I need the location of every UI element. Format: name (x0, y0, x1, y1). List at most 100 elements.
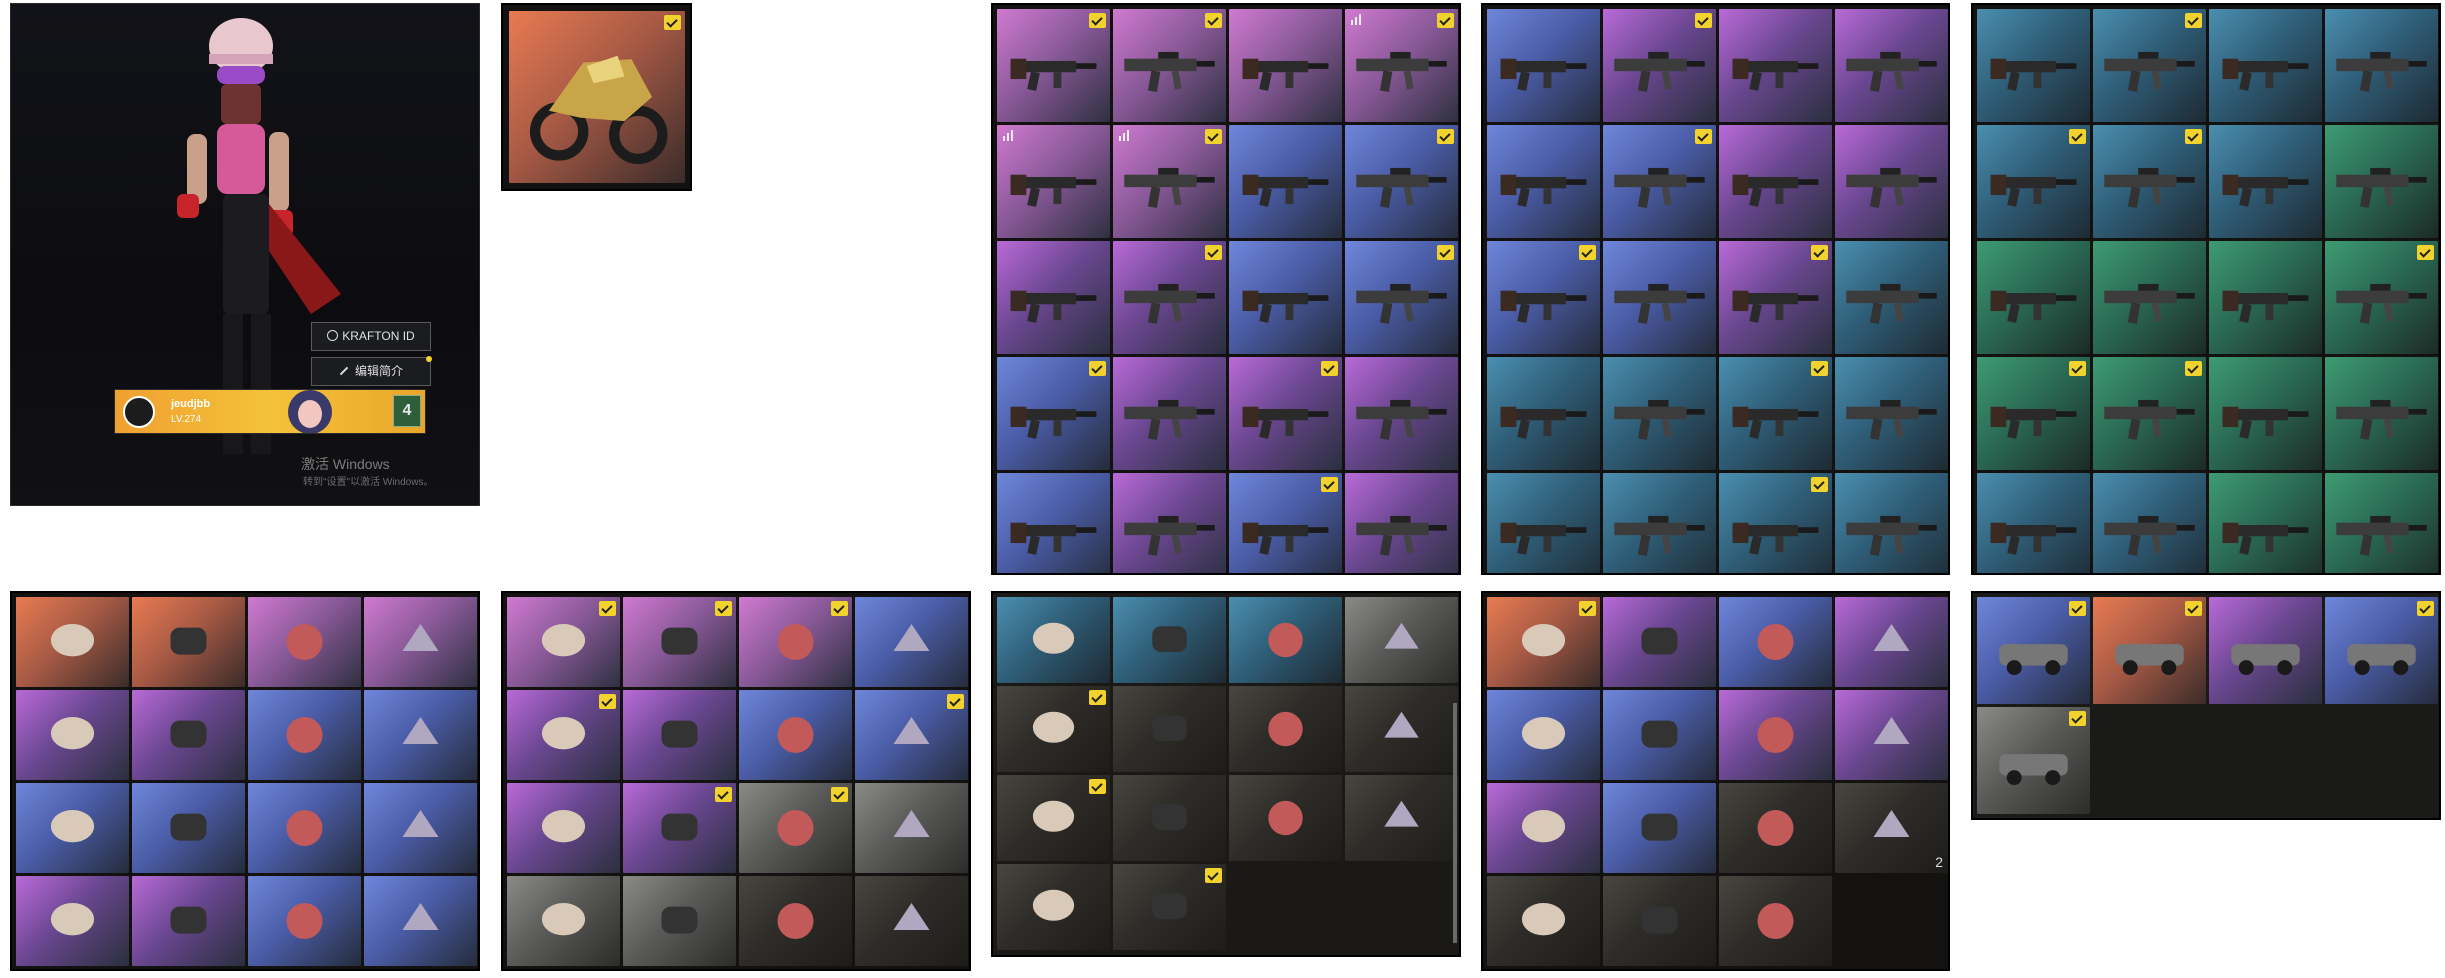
gear-tile[interactable] (507, 876, 620, 966)
clothing-tile[interactable] (1719, 876, 1832, 966)
gear-tile[interactable] (623, 690, 736, 780)
clothing-tile[interactable] (1603, 876, 1716, 966)
headwear-tile[interactable] (997, 597, 1110, 683)
headwear-tile[interactable] (1345, 686, 1458, 772)
accessory-tile[interactable] (132, 783, 245, 873)
headwear-tile[interactable] (1345, 597, 1458, 683)
weapon-skin-tile[interactable] (1113, 9, 1226, 122)
weapon-skin-tile[interactable] (1229, 241, 1342, 354)
weapon-skin-tile[interactable] (1229, 357, 1342, 470)
gear-tile[interactable] (739, 783, 852, 873)
gear-tile[interactable] (623, 876, 736, 966)
accessory-tile[interactable] (132, 597, 245, 687)
headwear-tile[interactable] (997, 775, 1110, 861)
vehicle-tile[interactable] (2325, 597, 2438, 704)
accessory-tile[interactable] (248, 783, 361, 873)
gear-tile[interactable] (507, 690, 620, 780)
weapon-skin-tile[interactable] (1603, 9, 1716, 122)
gear-tile[interactable] (623, 783, 736, 873)
gear-tile[interactable] (507, 783, 620, 873)
weapon-skin-tile[interactable] (1113, 357, 1226, 470)
weapon-skin-tile[interactable] (1835, 125, 1948, 238)
accessory-tile[interactable] (364, 690, 477, 780)
weapon-skin-tile[interactable] (1835, 9, 1948, 122)
weapon-skin-tile[interactable] (2093, 9, 2206, 122)
weapon-skin-tile[interactable] (1345, 357, 1458, 470)
gear-tile[interactable] (855, 783, 968, 873)
weapon-skin-tile[interactable] (1229, 473, 1342, 573)
clothing-tile[interactable] (1719, 690, 1832, 780)
gear-tile[interactable] (855, 597, 968, 687)
headwear-tile[interactable] (997, 864, 1110, 950)
clothing-tile[interactable] (1719, 783, 1832, 873)
weapon-skin-tile[interactable] (2325, 473, 2438, 573)
accessory-tile[interactable] (364, 783, 477, 873)
accessory-tile[interactable] (364, 876, 477, 966)
weapon-skin-tile[interactable] (1835, 357, 1948, 470)
clothing-tile[interactable] (1487, 783, 1600, 873)
weapon-skin-tile[interactable] (2209, 241, 2322, 354)
weapon-skin-tile[interactable] (1977, 125, 2090, 238)
headwear-tile[interactable] (1113, 775, 1226, 861)
weapon-skin-tile[interactable] (1487, 241, 1600, 354)
headwear-tile[interactable] (1345, 775, 1458, 861)
weapon-skin-tile[interactable] (2209, 473, 2322, 573)
weapon-skin-tile[interactable] (997, 9, 1110, 122)
scrollbar[interactable] (1453, 703, 1457, 943)
weapon-skin-tile[interactable] (1229, 9, 1342, 122)
weapon-skin-tile[interactable] (1345, 473, 1458, 573)
headwear-tile[interactable] (1229, 686, 1342, 772)
clothing-tile[interactable] (1487, 876, 1600, 966)
clothing-tile[interactable] (1603, 690, 1716, 780)
motorcycle-skin-tile[interactable] (509, 11, 685, 183)
headwear-tile[interactable] (1113, 597, 1226, 683)
weapon-skin-tile[interactable] (1487, 357, 1600, 470)
weapon-skin-tile[interactable] (1719, 241, 1832, 354)
vehicle-tile[interactable] (2209, 597, 2322, 704)
headwear-tile[interactable] (997, 686, 1110, 772)
weapon-skin-tile[interactable] (1719, 125, 1832, 238)
weapon-skin-tile[interactable] (2209, 357, 2322, 470)
gear-tile[interactable] (623, 597, 736, 687)
clothing-tile[interactable] (1487, 597, 1600, 687)
vehicle-tile[interactable] (1977, 707, 2090, 814)
clothing-tile[interactable] (1835, 690, 1948, 780)
weapon-skin-tile[interactable] (1603, 241, 1716, 354)
headwear-tile[interactable] (1113, 864, 1226, 950)
weapon-skin-tile[interactable] (1113, 125, 1226, 238)
weapon-skin-tile[interactable] (1719, 9, 1832, 122)
weapon-skin-tile[interactable] (1229, 125, 1342, 238)
weapon-skin-tile[interactable] (2093, 125, 2206, 238)
weapon-skin-tile[interactable] (997, 241, 1110, 354)
weapon-skin-tile[interactable] (1977, 357, 2090, 470)
gear-tile[interactable] (739, 690, 852, 780)
weapon-skin-tile[interactable] (1977, 241, 2090, 354)
gear-tile[interactable] (507, 597, 620, 687)
weapon-skin-tile[interactable] (1603, 357, 1716, 470)
clothing-tile[interactable] (1603, 597, 1716, 687)
vehicle-tile[interactable] (2093, 597, 2206, 704)
player-nameplate[interactable]: jeudjbb LV.274 (114, 389, 426, 434)
clothing-tile[interactable] (1719, 597, 1832, 687)
weapon-skin-tile[interactable] (2325, 241, 2438, 354)
accessory-tile[interactable] (364, 597, 477, 687)
weapon-skin-tile[interactable] (997, 125, 1110, 238)
gear-tile[interactable] (855, 690, 968, 780)
weapon-skin-tile[interactable] (997, 357, 1110, 470)
headwear-tile[interactable] (1113, 686, 1226, 772)
weapon-skin-tile[interactable] (2093, 357, 2206, 470)
weapon-skin-tile[interactable] (1719, 473, 1832, 573)
weapon-skin-tile[interactable] (1487, 473, 1600, 573)
weapon-skin-tile[interactable] (1345, 125, 1458, 238)
accessory-tile[interactable] (16, 597, 129, 687)
weapon-skin-tile[interactable] (2325, 125, 2438, 238)
vehicle-tile[interactable] (1977, 597, 2090, 704)
accessory-tile[interactable] (16, 876, 129, 966)
weapon-skin-tile[interactable] (1835, 473, 1948, 573)
weapon-skin-tile[interactable] (2325, 9, 2438, 122)
gear-tile[interactable] (855, 876, 968, 966)
accessory-tile[interactable] (248, 690, 361, 780)
weapon-skin-tile[interactable] (2209, 125, 2322, 238)
clothing-tile[interactable]: 2 (1835, 783, 1948, 873)
clothing-tile[interactable] (1487, 690, 1600, 780)
